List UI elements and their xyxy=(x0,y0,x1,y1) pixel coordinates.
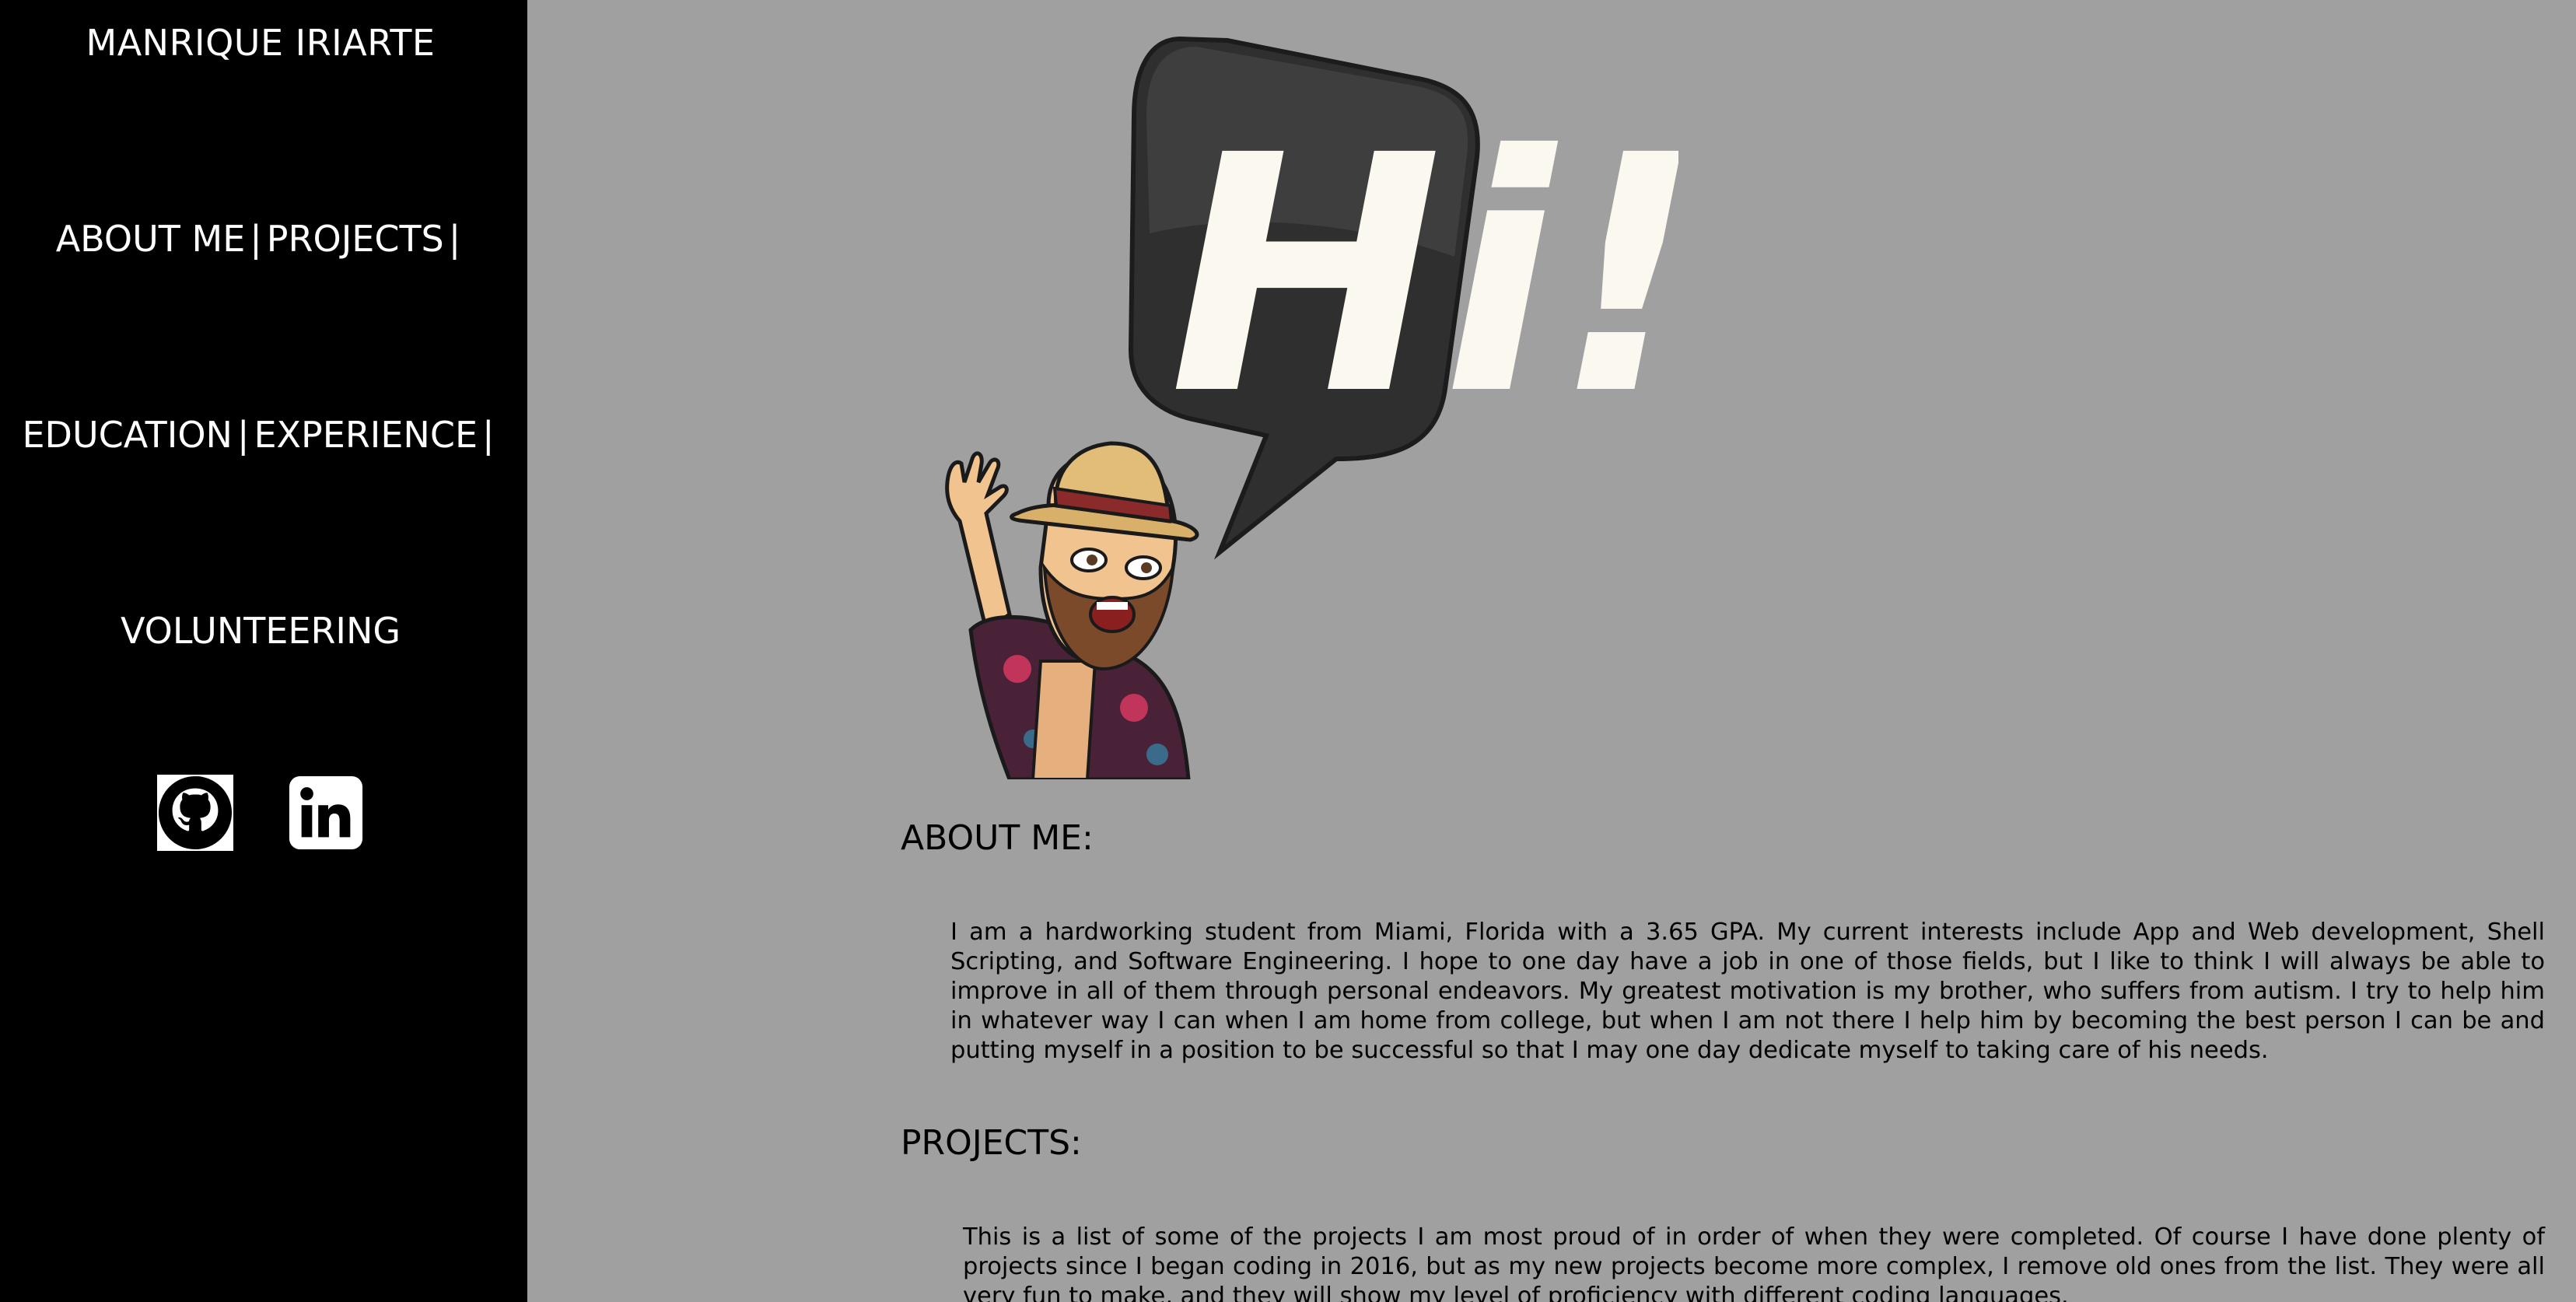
bubble-text: Hi! xyxy=(1169,86,1678,467)
linkedin-link[interactable] xyxy=(288,775,364,851)
social-links xyxy=(157,775,364,851)
nav-row-3: VOLUNTEERING xyxy=(0,610,521,652)
github-icon xyxy=(157,775,233,851)
sidebar: MANRIQUE IRIARTE ABOUT ME | PROJECTS | EDUC… xyxy=(0,0,527,1302)
about-section-title: ABOUT ME: xyxy=(901,818,1094,858)
nav-separator: | xyxy=(482,414,495,456)
nav-link-education[interactable]: EDUCATION xyxy=(22,414,232,456)
main-content: Hi! ABOUT ME: I am a hardworking student… xyxy=(527,0,2576,1302)
nav-separator: | xyxy=(236,414,250,456)
linkedin-icon xyxy=(289,775,363,850)
projects-paragraph: This is a list of some of the projects I… xyxy=(963,1223,2545,1302)
nav-separator: | xyxy=(250,218,262,260)
bitmoji-illustration: Hi! xyxy=(945,36,1703,782)
nav-link-experience[interactable]: EXPERIENCE xyxy=(254,414,478,456)
hero-bitmoji-image: Hi! xyxy=(901,23,1703,782)
nav-row-1: ABOUT ME | PROJECTS | xyxy=(0,218,521,260)
nav-link-about[interactable]: ABOUT ME xyxy=(56,218,246,260)
bitmoji-character xyxy=(945,441,1199,782)
site-title-link[interactable]: MANRIQUE IRIARTE xyxy=(0,22,521,64)
nav-link-volunteering[interactable]: VOLUNTEERING xyxy=(121,610,401,652)
about-paragraph: I am a hardworking student from Miami, F… xyxy=(950,919,2545,1064)
speech-bubble: Hi! xyxy=(1128,36,1703,560)
projects-section-title: PROJECTS: xyxy=(901,1123,1082,1163)
nav-separator: | xyxy=(448,218,461,260)
nav-link-projects[interactable]: PROJECTS xyxy=(267,218,444,260)
nav-row-2: EDUCATION | EXPERIENCE | xyxy=(0,414,521,456)
github-link[interactable] xyxy=(157,775,233,851)
